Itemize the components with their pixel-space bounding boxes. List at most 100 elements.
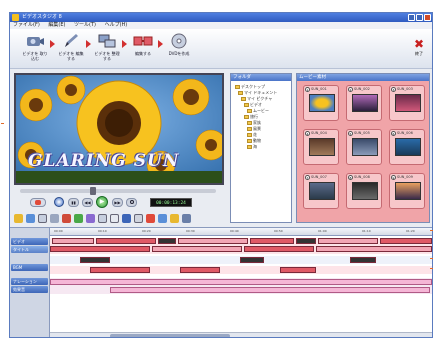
item-number: 3: [391, 87, 396, 92]
audio-clip[interactable]: [280, 267, 316, 273]
item-name: SUN_004: [311, 131, 327, 135]
tree-item[interactable]: 海: [247, 144, 257, 149]
cut-icon[interactable]: [50, 214, 59, 223]
timeline-clip[interactable]: [158, 238, 176, 244]
tree-item[interactable]: 家族: [247, 120, 261, 125]
step-organize-button[interactable]: ビデオを 整理する: [94, 32, 120, 62]
media-thumbnail[interactable]: 8 SUN_008: [346, 173, 382, 209]
effect-icon[interactable]: [14, 214, 23, 223]
title-clip[interactable]: [80, 257, 110, 263]
timeline-clip[interactable]: [316, 246, 432, 252]
timeline-clip[interactable]: [96, 238, 156, 244]
tree-item[interactable]: マイ ピクチャ: [241, 96, 272, 101]
image-icon[interactable]: [110, 214, 119, 223]
timeline-clip[interactable]: [318, 238, 378, 244]
tree-item[interactable]: マイ ドキュメント: [238, 90, 277, 95]
media-thumbnail[interactable]: 5 SUN_005: [346, 129, 382, 165]
step-timeline-button[interactable]: 編集する: [130, 32, 156, 62]
rewind-button[interactable]: ◀◀: [82, 198, 93, 207]
title-clip[interactable]: [240, 257, 264, 263]
timeline-clip[interactable]: [178, 238, 248, 244]
copy-icon[interactable]: [38, 214, 47, 223]
add-icon[interactable]: [26, 214, 35, 223]
jog-dial-icon[interactable]: [54, 197, 64, 207]
ruler-tick: 00:50: [274, 229, 283, 233]
tree-item[interactable]: ビデオ: [244, 102, 262, 107]
audio-clip[interactable]: [180, 267, 220, 273]
minimize-button[interactable]: [408, 14, 415, 21]
exit-button[interactable]: ✖ 終了: [410, 37, 428, 61]
step-label: ビデオを 整理する: [94, 51, 120, 61]
audio-clip[interactable]: [110, 287, 430, 293]
step-dvd-button[interactable]: DVDを作成: [166, 32, 192, 62]
timeline-clip[interactable]: [250, 238, 294, 244]
media-thumbnail[interactable]: 6 SUN_006: [389, 129, 425, 165]
track-header-sfx[interactable]: 効果音: [11, 286, 48, 293]
track-header-bgm[interactable]: BGM: [11, 264, 48, 271]
menu-bar: ファイル(F) 編集(E) ツール(T) ヘルプ(H): [10, 22, 432, 29]
tree-item[interactable]: 花: [247, 132, 257, 137]
step-capture-button[interactable]: ビデオを 取り込む: [22, 32, 48, 62]
mode-toggle-button[interactable]: [30, 198, 46, 207]
exit-label: 終了: [415, 51, 423, 56]
tree-item[interactable]: 動物: [247, 138, 261, 143]
title-clip[interactable]: [350, 257, 376, 263]
maximize-button[interactable]: [416, 14, 423, 21]
timeline-clip[interactable]: [244, 246, 314, 252]
text-icon[interactable]: [62, 214, 71, 223]
timeline-clip[interactable]: [296, 238, 316, 244]
timeline-clip[interactable]: [52, 238, 94, 244]
filter-icon[interactable]: [98, 214, 107, 223]
disc-icon: [171, 33, 187, 49]
audio-clip[interactable]: [50, 279, 432, 285]
tree-item[interactable]: 風景: [247, 126, 261, 131]
tree-item[interactable]: デスクトップ: [235, 84, 265, 89]
track-header-video[interactable]: ビデオ: [11, 238, 48, 245]
audio-icon[interactable]: [74, 214, 83, 223]
marker-icon[interactable]: [170, 214, 179, 223]
split-icon[interactable]: [158, 214, 167, 223]
fast-forward-button[interactable]: ▶▶: [112, 198, 123, 207]
item-name: SUN_006: [397, 131, 413, 135]
media-panel: ムービー素材 1 SUN_001 2 SUN_002 3 SUN_003 4 S…: [296, 73, 430, 223]
time-ruler[interactable]: 00:00 00:10 00:20 00:30 00:40 00:50 01:0…: [50, 228, 432, 236]
tree-item[interactable]: 旅行: [244, 114, 258, 119]
track-header-title[interactable]: タイトル: [11, 246, 48, 253]
media-thumbnail[interactable]: 9 SUN_009: [389, 173, 425, 209]
timeline-clip[interactable]: [152, 246, 242, 252]
scrubber-handle[interactable]: [90, 187, 96, 195]
menu-edit[interactable]: 編集(E): [48, 22, 65, 28]
transition-icon[interactable]: [86, 214, 95, 223]
menu-tools[interactable]: ツール(T): [74, 22, 96, 28]
settings-icon[interactable]: [182, 214, 191, 223]
timeline-clip[interactable]: [380, 238, 432, 244]
preview-scrubber[interactable]: [20, 187, 216, 195]
scrollbar-thumb[interactable]: [110, 334, 230, 337]
media-thumbnail[interactable]: 2 SUN_002: [346, 85, 382, 121]
media-thumbnail[interactable]: 3 SUN_003: [389, 85, 425, 121]
timeline-clip[interactable]: [50, 246, 150, 252]
media-thumbnail[interactable]: 7 SUN_007: [303, 173, 339, 209]
timeline-scrollbar[interactable]: [50, 332, 432, 337]
item-number: 6: [391, 131, 396, 136]
media-thumbnail[interactable]: 4 SUN_004: [303, 129, 339, 165]
close-icon: ✖: [413, 37, 425, 51]
play-button[interactable]: ▶: [96, 196, 108, 208]
media-thumbnail[interactable]: 1 SUN_001: [303, 85, 339, 121]
menu-help[interactable]: ヘルプ(H): [105, 22, 128, 28]
arrow-right-icon: [122, 40, 127, 48]
folder-icon: [238, 91, 243, 95]
record-voice-icon[interactable]: [146, 214, 155, 223]
audio-clip[interactable]: [90, 267, 150, 273]
zoom-icon[interactable]: [122, 214, 131, 223]
step-label: DVDを作成: [168, 51, 190, 56]
step-edit-button[interactable]: ビデオを 編集する: [58, 32, 84, 62]
snapshot-icon[interactable]: [134, 214, 143, 223]
loop-button[interactable]: [126, 198, 137, 207]
menu-file[interactable]: ファイル(F): [13, 22, 40, 28]
close-button[interactable]: [424, 14, 431, 21]
video-preview[interactable]: GLARING SUN: [14, 73, 224, 185]
pause-button[interactable]: ▮▮: [68, 198, 79, 207]
tree-item[interactable]: ムービー: [247, 108, 269, 113]
track-header-narration[interactable]: ナレーション: [11, 278, 48, 285]
